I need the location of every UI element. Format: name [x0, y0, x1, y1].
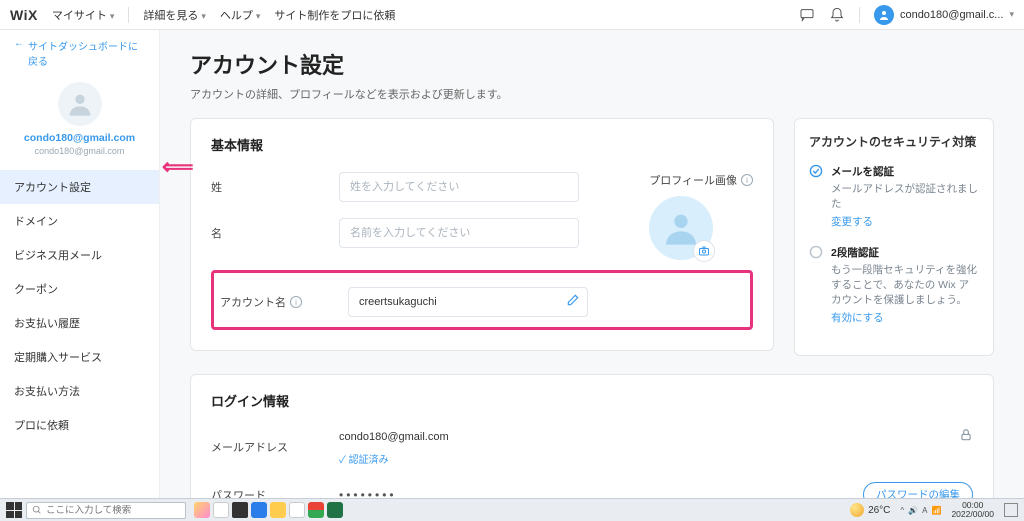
- info-icon[interactable]: i: [290, 296, 302, 308]
- sec-item2-title: 2段階認証: [831, 245, 979, 260]
- back-to-dashboard[interactable]: ←サイトダッシュボードに戻る: [0, 30, 159, 72]
- first-name-label: 名: [211, 225, 321, 241]
- nav-details[interactable]: 詳細を見る: [143, 7, 206, 23]
- sidebar-email-secondary: condo180@gmail.com: [0, 146, 159, 156]
- lock-icon: [959, 428, 973, 445]
- sidebar-item-coupon[interactable]: クーポン: [0, 272, 159, 306]
- last-name-label: 姓: [211, 179, 321, 195]
- sidebar-item-subscriptions[interactable]: 定期購入サービス: [0, 340, 159, 374]
- chat-icon[interactable]: [799, 7, 815, 23]
- sidebar-item-account[interactable]: アカウント設定: [0, 170, 159, 204]
- taskbar-search-input[interactable]: [46, 505, 180, 516]
- email-label: メールアドレス: [211, 439, 321, 455]
- account-menu[interactable]: condo180@gmail.c... ▾: [874, 5, 1014, 25]
- wix-logo[interactable]: WiX: [10, 7, 38, 23]
- taskbar-tray: [194, 502, 343, 518]
- password-label: パスワード: [211, 487, 321, 498]
- sec-item1-link[interactable]: 変更する: [831, 214, 979, 229]
- sidebar-email-primary: condo180@gmail.com: [0, 132, 159, 144]
- avatar-icon: [874, 5, 894, 25]
- nav-help[interactable]: ヘルプ: [220, 7, 261, 23]
- taskbar-clock[interactable]: 00:00 2022/00/00: [951, 501, 994, 520]
- profile-image-label: プロフィール画像: [649, 172, 737, 188]
- sidebar-item-paymethod[interactable]: お支払い方法: [0, 374, 159, 408]
- app-icon[interactable]: [289, 502, 305, 518]
- circle-icon: [809, 245, 823, 259]
- taskbar-search[interactable]: [26, 502, 186, 519]
- check-icon: [809, 164, 823, 178]
- sidebar-item-payhist[interactable]: お支払い履歴: [0, 306, 159, 340]
- first-name-input[interactable]: [339, 218, 579, 248]
- page-title: アカウント設定: [190, 48, 994, 80]
- user-email: condo180@gmail.c...: [900, 9, 1004, 21]
- app-icon[interactable]: [327, 502, 343, 518]
- sec-item2-desc: もう一段階セキュリティを強化することで、あなたの Wix アカウントを保護しまし…: [831, 263, 979, 307]
- sec-item2-link[interactable]: 有効にする: [831, 310, 979, 325]
- weather-widget[interactable]: 26°C: [850, 503, 890, 517]
- account-name-highlight: アカウント名 i: [211, 270, 753, 330]
- nav-mysite[interactable]: マイサイト: [52, 7, 115, 23]
- account-name-label: アカウント名: [220, 294, 286, 310]
- login-heading: ログイン情報: [191, 375, 993, 420]
- password-value: ••••••••: [339, 488, 397, 498]
- account-name-input[interactable]: [348, 287, 588, 317]
- sidebar-item-hirepro[interactable]: プロに依頼: [0, 408, 159, 442]
- security-heading: アカウントのセキュリティ対策: [809, 133, 979, 150]
- page-subtitle: アカウントの詳細、プロフィールなどを表示および更新します。: [190, 86, 994, 102]
- chrome-icon[interactable]: [308, 502, 324, 518]
- system-tray[interactable]: ^🔊A📶: [900, 506, 941, 515]
- profile-image[interactable]: [649, 196, 713, 260]
- explorer-icon[interactable]: [270, 502, 286, 518]
- last-name-input[interactable]: [339, 172, 579, 202]
- cortana-icon[interactable]: [213, 502, 229, 518]
- windows-taskbar: 26°C ^🔊A📶 00:00 2022/00/00: [0, 498, 1024, 521]
- sec-item1-desc: メールアドレスが認証されました: [831, 182, 979, 211]
- start-button[interactable]: [6, 502, 22, 518]
- bell-icon[interactable]: [829, 7, 845, 23]
- sidebar-item-domain[interactable]: ドメイン: [0, 204, 159, 238]
- basic-heading: 基本情報: [191, 119, 773, 164]
- notification-icon[interactable]: [1004, 503, 1018, 517]
- email-value: condo180@gmail.com: [339, 431, 449, 443]
- nav-pro[interactable]: サイト制作をプロに依頼: [274, 7, 395, 23]
- camera-icon[interactable]: [693, 240, 715, 262]
- weather-icon: [850, 503, 864, 517]
- email-verified: 認証済み: [349, 455, 389, 466]
- arrow-annotation: ⟸: [162, 154, 194, 180]
- tray-icon[interactable]: [194, 502, 210, 518]
- info-icon[interactable]: i: [741, 174, 753, 186]
- taskview-icon[interactable]: [232, 502, 248, 518]
- edit-password-button[interactable]: パスワードの編集: [863, 482, 973, 498]
- sec-item1-title: メールを認証: [831, 164, 979, 179]
- edge-icon[interactable]: [251, 502, 267, 518]
- edit-icon[interactable]: [566, 293, 580, 310]
- sidebar-avatar: [58, 82, 102, 126]
- sidebar-item-bizmail[interactable]: ビジネス用メール: [0, 238, 159, 272]
